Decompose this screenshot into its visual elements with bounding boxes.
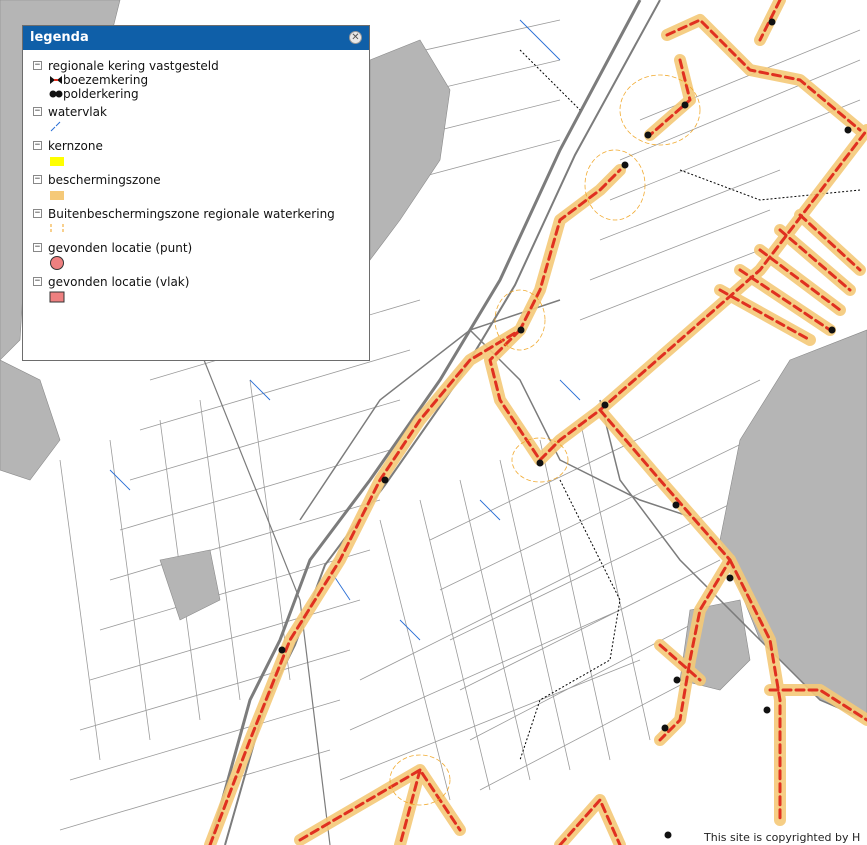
legend-panel: legenda ✕ − regionale kering vastgesteld… — [22, 25, 370, 361]
copyright-notice: This site is copyrighted by H — [700, 830, 867, 845]
legend-group-regionale-kering: − regionale kering vastgesteld boezemker… — [33, 58, 369, 101]
legend-header: legenda ✕ — [23, 26, 369, 50]
legend-group-kernzone: − kernzone — [33, 138, 369, 169]
vlak-swatch-icon — [49, 291, 65, 303]
punt-swatch-icon — [50, 256, 64, 270]
legend-body: − regionale kering vastgesteld boezemker… — [23, 50, 369, 305]
beschermingszone-swatch-icon — [50, 191, 64, 200]
legend-group-beschermingszone: − beschermingszone — [33, 172, 369, 203]
legend-subitem-boezemkering: boezemkering — [49, 73, 369, 87]
legend-group-gevonden-punt: − gevonden locatie (punt) — [33, 240, 369, 271]
close-icon[interactable]: ✕ — [349, 31, 362, 44]
collapse-icon[interactable]: − — [33, 209, 42, 218]
collapse-icon[interactable]: − — [33, 175, 42, 184]
legend-group-watervlak: − watervlak — [33, 104, 369, 135]
legend-group-label: kernzone — [48, 138, 103, 153]
legend-title: legenda — [30, 30, 89, 45]
legend-group-label: regionale kering vastgesteld — [48, 58, 219, 73]
legend-group-label: watervlak — [48, 104, 107, 119]
collapse-icon[interactable]: − — [33, 277, 42, 286]
legend-group-label: Buitenbeschermingszone regionale waterke… — [48, 206, 335, 221]
collapse-icon[interactable]: − — [33, 141, 42, 150]
boezemkering-symbol-icon — [50, 76, 62, 84]
kernzone-swatch-icon — [50, 157, 64, 166]
collapse-icon[interactable]: − — [33, 243, 42, 252]
legend-subitem-polderkering: polderkering — [49, 87, 369, 101]
watervlak-swatch-icon — [50, 121, 61, 132]
legend-subitem-label: boezemkering — [63, 73, 149, 87]
polderkering-symbol-icon — [49, 90, 63, 98]
legend-group-label: beschermingszone — [48, 172, 161, 187]
legend-subitem-label: polderkering — [63, 87, 139, 101]
legend-group-label: gevonden locatie (vlak) — [48, 274, 190, 289]
collapse-icon[interactable]: − — [33, 61, 42, 70]
legend-group-buitenbeschermingszone: − Buitenbeschermingszone regionale water… — [33, 206, 369, 237]
buitenbeschermingszone-swatch-icon — [50, 224, 64, 234]
legend-group-gevonden-vlak: − gevonden locatie (vlak) — [33, 274, 369, 305]
legend-group-label: gevonden locatie (punt) — [48, 240, 193, 255]
collapse-icon[interactable]: − — [33, 107, 42, 116]
